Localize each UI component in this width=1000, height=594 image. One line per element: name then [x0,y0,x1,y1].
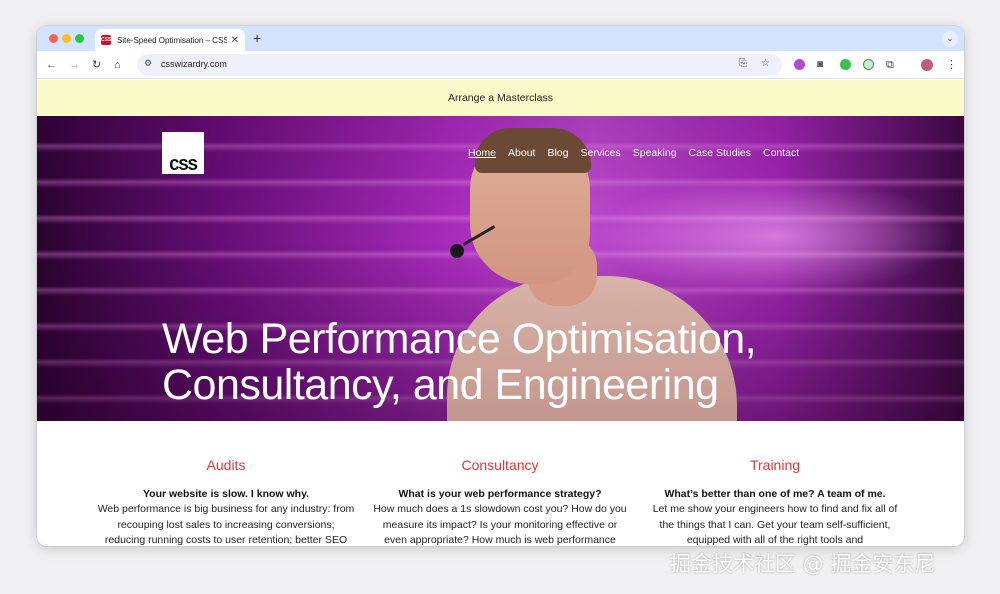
close-window-button[interactable] [49,34,58,43]
banner-label[interactable]: Arrange a Masterclass [448,92,553,104]
hero-title-line-2: Consultancy, and Engineering [162,361,719,409]
url-text[interactable]: csswizardry.com [161,59,227,69]
masterclass-banner[interactable]: Arrange a Masterclass [37,80,964,116]
tab-strip: CSS Site-Speed Optimisation – CSS ✕ + ⌄ [37,26,964,51]
main-nav: Home About Blog Services Speaking Case S… [468,147,799,159]
maximize-window-button[interactable] [75,34,84,43]
service-title[interactable]: Consultancy [370,457,630,473]
service-title[interactable]: Audits [96,457,356,473]
reload-icon[interactable]: ↻ [92,57,101,73]
favicon-icon: CSS [101,35,112,45]
service-body: How much does a 1s slowdown cost you? Ho… [373,503,627,546]
tab-title: Site-Speed Optimisation – CSS [117,35,227,45]
logo-text: CSS [169,157,198,176]
watermark-text: 掘金技术社区 @ 掘金安东尼 [670,552,936,576]
nav-case-studies[interactable]: Case Studies [689,147,751,159]
tab-search-chevron-icon[interactable]: ⌄ [942,31,958,47]
site-info-icon[interactable]: ⚙ [144,58,152,69]
extension-green-icon[interactable] [840,59,851,70]
home-icon[interactable]: ⌂ [114,57,121,73]
service-body: Let me show your engineers how to find a… [652,503,898,546]
headset-mic-icon [450,244,464,258]
back-icon[interactable]: ← [46,57,57,73]
site-logo[interactable]: CSS [162,132,204,176]
new-tab-icon[interactable]: + [253,30,261,46]
browser-window: CSS Site-Speed Optimisation – CSS ✕ + ⌄ … [37,26,964,546]
services-section: Audits Your website is slow. I know why.… [37,421,964,546]
nav-speaking[interactable]: Speaking [633,147,677,159]
minimize-window-button[interactable] [62,34,71,43]
tab-close-icon[interactable]: ✕ [231,35,239,46]
service-lead: What is your web performance strategy? [398,488,602,500]
nav-blog[interactable]: Blog [547,147,568,159]
extension-purple-icon[interactable] [794,59,805,70]
nav-home[interactable]: Home [468,147,496,159]
service-lead: What’s better than one of me? A team of … [664,488,886,500]
hero-title-line-1: Web Performance Optimisation, [162,315,757,363]
extension-k-icon[interactable] [863,59,874,70]
nav-contact[interactable]: Contact [763,147,799,159]
nav-services[interactable]: Services [580,147,620,159]
service-body: Web performance is big business for any … [97,503,355,546]
forward-icon[interactable]: → [69,57,80,73]
service-training: Training What’s better than one of me? A… [645,457,905,546]
service-lead: Your website is slow. I know why. [142,488,310,500]
install-icon[interactable]: ⎘ [739,58,747,69]
address-bar[interactable]: ⚙ csswizardry.com ⎘ ☆ [137,54,782,76]
active-tab[interactable]: CSS Site-Speed Optimisation – CSS ✕ [95,29,245,51]
hero-section: CSS Home About Blog Services Speaking Ca… [37,116,964,421]
extensions-puzzle-icon[interactable]: ⧉ [886,57,894,73]
service-audits: Audits Your website is slow. I know why.… [96,457,356,546]
browser-toolbar: ← → ↻ ⌂ ⚙ csswizardry.com ⎘ ☆ ◙ ⧉ ⋮ [37,51,964,79]
stage-light-glow [597,176,957,296]
nav-about[interactable]: About [508,147,535,159]
menu-kebab-icon[interactable]: ⋮ [946,57,957,73]
hero-title: Web Performance Optimisation, Consultanc… [162,316,922,408]
bookmark-star-icon[interactable]: ☆ [761,58,770,69]
service-title[interactable]: Training [645,457,905,473]
service-consultancy: Consultancy What is your web performance… [370,457,630,546]
camera-icon[interactable]: ◙ [817,57,823,73]
profile-avatar[interactable] [921,59,933,71]
